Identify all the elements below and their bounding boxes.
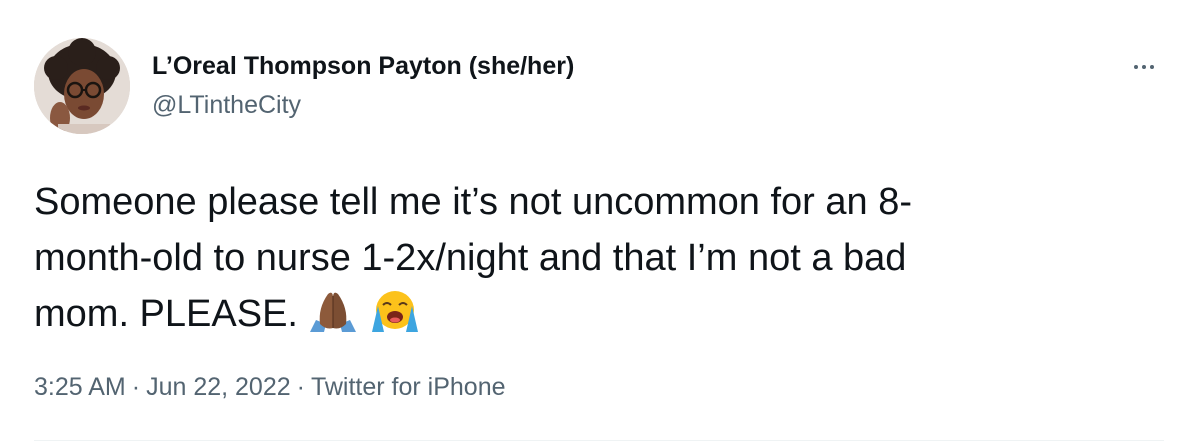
more-dot-icon [1142, 65, 1146, 69]
more-options-button[interactable] [1124, 52, 1164, 82]
more-dot-icon [1150, 65, 1154, 69]
tweet-card: L’Oreal Thompson Payton (she/her) @LTint… [0, 0, 1196, 442]
more-dot-icon [1134, 65, 1138, 69]
tweet-source[interactable]: Twitter for iPhone [311, 373, 506, 401]
meta-separator: · [296, 373, 305, 401]
folded-hands-emoji-icon [306, 288, 360, 350]
tweet-body: Someone please tell me it’s not uncommon… [34, 181, 912, 335]
tweet-date[interactable]: Jun 22, 2022 [146, 373, 291, 401]
author-avatar[interactable] [34, 38, 130, 134]
divider [34, 440, 1164, 441]
loudly-crying-face-emoji-icon [368, 288, 422, 350]
tweet-text: Someone please tell me it’s not uncommon… [34, 174, 1134, 350]
author-handle[interactable]: @LTintheCity [152, 91, 301, 120]
tweet-time[interactable]: 3:25 AM [34, 373, 126, 401]
tweet-meta: 3:25 AM · Jun 22, 2022 · Twitter for iPhone [34, 373, 506, 402]
author-display-name[interactable]: L’Oreal Thompson Payton (she/her) [152, 52, 574, 81]
meta-separator: · [131, 373, 141, 401]
avatar-photo-icon [34, 38, 130, 134]
